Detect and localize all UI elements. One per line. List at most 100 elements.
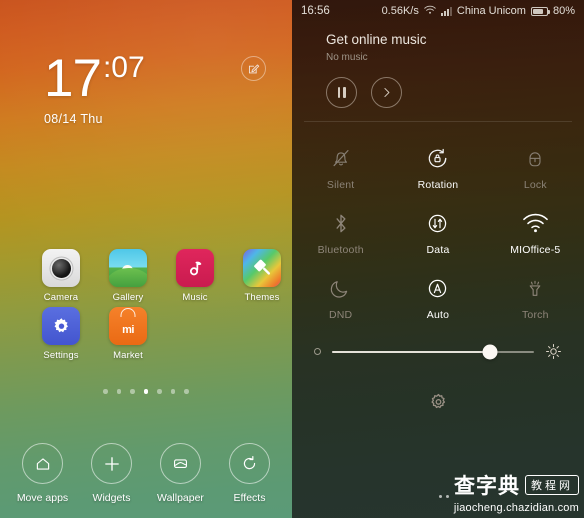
auto-brightness-icon [425,274,450,302]
phone-screenshot-pair: 17 :07 08/14 Thu Camera Gallery Music Th… [0,0,584,518]
wifi-icon [424,5,436,18]
bell-muted-icon [329,144,353,172]
toggle-silent[interactable]: Silent [292,134,389,199]
brightness-slider[interactable] [292,333,584,360]
app-music[interactable]: Music [168,249,222,303]
wallpaper-image-icon [174,459,187,469]
brightness-fill [332,350,490,353]
settings-app-icon [42,307,80,345]
app-camera[interactable]: Camera [34,249,88,303]
toggle-label: Rotation [417,179,459,191]
app-label: Market [113,350,143,361]
quick-toggles-grid: Silent Rotation Lock Bluetooth Data MIOf… [292,122,584,333]
clock-hours: 17 [44,49,102,108]
themes-app-icon [243,249,281,287]
network-speed-text: 0.56K/s [381,5,419,17]
plus-icon [104,456,119,471]
brightness-knob[interactable] [482,344,498,359]
effects-button[interactable] [229,443,270,484]
battery-fill-level [532,8,544,14]
status-bar: 16:56 0.56K/s China Unicom 80% [292,0,584,22]
music-next-button[interactable] [371,77,402,108]
padlock-icon [524,144,546,172]
gear-icon[interactable] [428,392,449,418]
brightness-track[interactable] [332,344,534,359]
app-label: Camera [43,292,79,303]
compose-edit-button[interactable] [241,56,266,81]
toggle-label: Bluetooth [317,244,364,256]
toggle-auto-brightness[interactable]: Auto [389,264,486,329]
page-dot[interactable] [116,389,122,394]
toggle-label: Data [426,244,450,256]
site-watermark: 查字典 教程网 jiaocheng.chazidian.com [438,470,579,514]
clock-time: 17 :07 [44,52,145,105]
page-dot[interactable] [184,389,189,394]
music-note-icon [189,261,201,275]
music-controls [326,77,584,108]
app-icon-grid: Camera Gallery Music Themes Settings mi … [34,249,289,361]
home-screen-panel: 17 :07 08/14 Thu Camera Gallery Music Th… [0,0,292,518]
dock-item-effects[interactable]: Effects [219,443,281,504]
dock-item-widgets[interactable]: Widgets [81,443,143,504]
dock-label: Wallpaper [157,492,204,504]
moon-icon [329,274,352,302]
pause-icon [337,87,346,98]
watermark-main: 查字典 教程网 [454,470,579,500]
toggle-data[interactable]: Data [389,199,486,264]
music-pause-button[interactable] [326,77,357,108]
wallpaper-button[interactable] [160,443,201,484]
app-label: Gallery [112,292,144,303]
page-dot[interactable] [130,389,135,394]
toggle-torch[interactable]: Torch [487,264,584,329]
paint-brush-icon [254,259,270,275]
cellular-signal-icon [440,6,452,16]
app-market[interactable]: mi Market [101,307,155,361]
home-edit-toolbar: Move apps Widgets Wallpaper Effects [0,443,292,504]
camera-app-icon [42,249,80,287]
toggle-row: Bluetooth Data MIOffice-5 [292,199,584,264]
dock-item-move-apps[interactable]: Move apps [12,443,74,504]
watermark-brand: 查字典 [454,474,520,498]
move-apps-button[interactable] [22,443,63,484]
music-widget: Get online music No music [292,22,584,108]
status-time: 16:56 [301,5,330,17]
brightness-high-sun-icon [545,343,562,360]
toggle-rotation[interactable]: Rotation [389,134,486,199]
next-chevron-icon [384,87,390,98]
widgets-button[interactable] [91,443,132,484]
app-themes[interactable]: Themes [235,249,289,303]
page-dot[interactable] [157,389,162,394]
watermark-dots [438,495,449,498]
status-right-cluster: 0.56K/s China Unicom 80% [382,5,575,18]
app-settings[interactable]: Settings [34,307,88,361]
gear-icon [54,317,68,332]
page-indicator-dots[interactable] [0,389,292,394]
page-dot-active[interactable] [143,389,149,394]
toggle-dnd[interactable]: DND [292,264,389,329]
flashlight-icon [523,274,547,302]
watermark-url: jiaocheng.chazidian.com [453,502,579,514]
watermark-block: 查字典 教程网 jiaocheng.chazidian.com [454,470,579,514]
lockscreen-clock: 17 :07 08/14 Thu [44,52,145,126]
refresh-circle-icon [243,456,256,470]
toggle-bluetooth[interactable]: Bluetooth [292,199,389,264]
music-title: Get online music [326,32,427,47]
toggle-lock[interactable]: Lock [487,134,584,199]
toggle-label: Lock [523,179,547,191]
app-gallery[interactable]: Gallery [101,249,155,303]
page-dot[interactable] [170,389,176,394]
page-dot[interactable] [103,389,108,394]
watermark-badge: 教程网 [525,475,579,495]
toggle-row: Silent Rotation Lock [292,134,584,199]
dock-label: Move apps [16,492,69,504]
toggle-label: Silent [326,179,355,191]
music-subtitle: No music [326,52,368,63]
toggle-wifi[interactable]: MIOffice-5 [487,199,584,264]
battery-icon [530,6,550,16]
app-label: Settings [43,350,79,361]
dock-item-wallpaper[interactable]: Wallpaper [150,443,212,504]
bluetooth-icon [331,209,351,237]
music-app-icon [176,249,214,287]
battery-percent-text: 80% [552,5,575,17]
home-outline-icon [36,457,49,470]
